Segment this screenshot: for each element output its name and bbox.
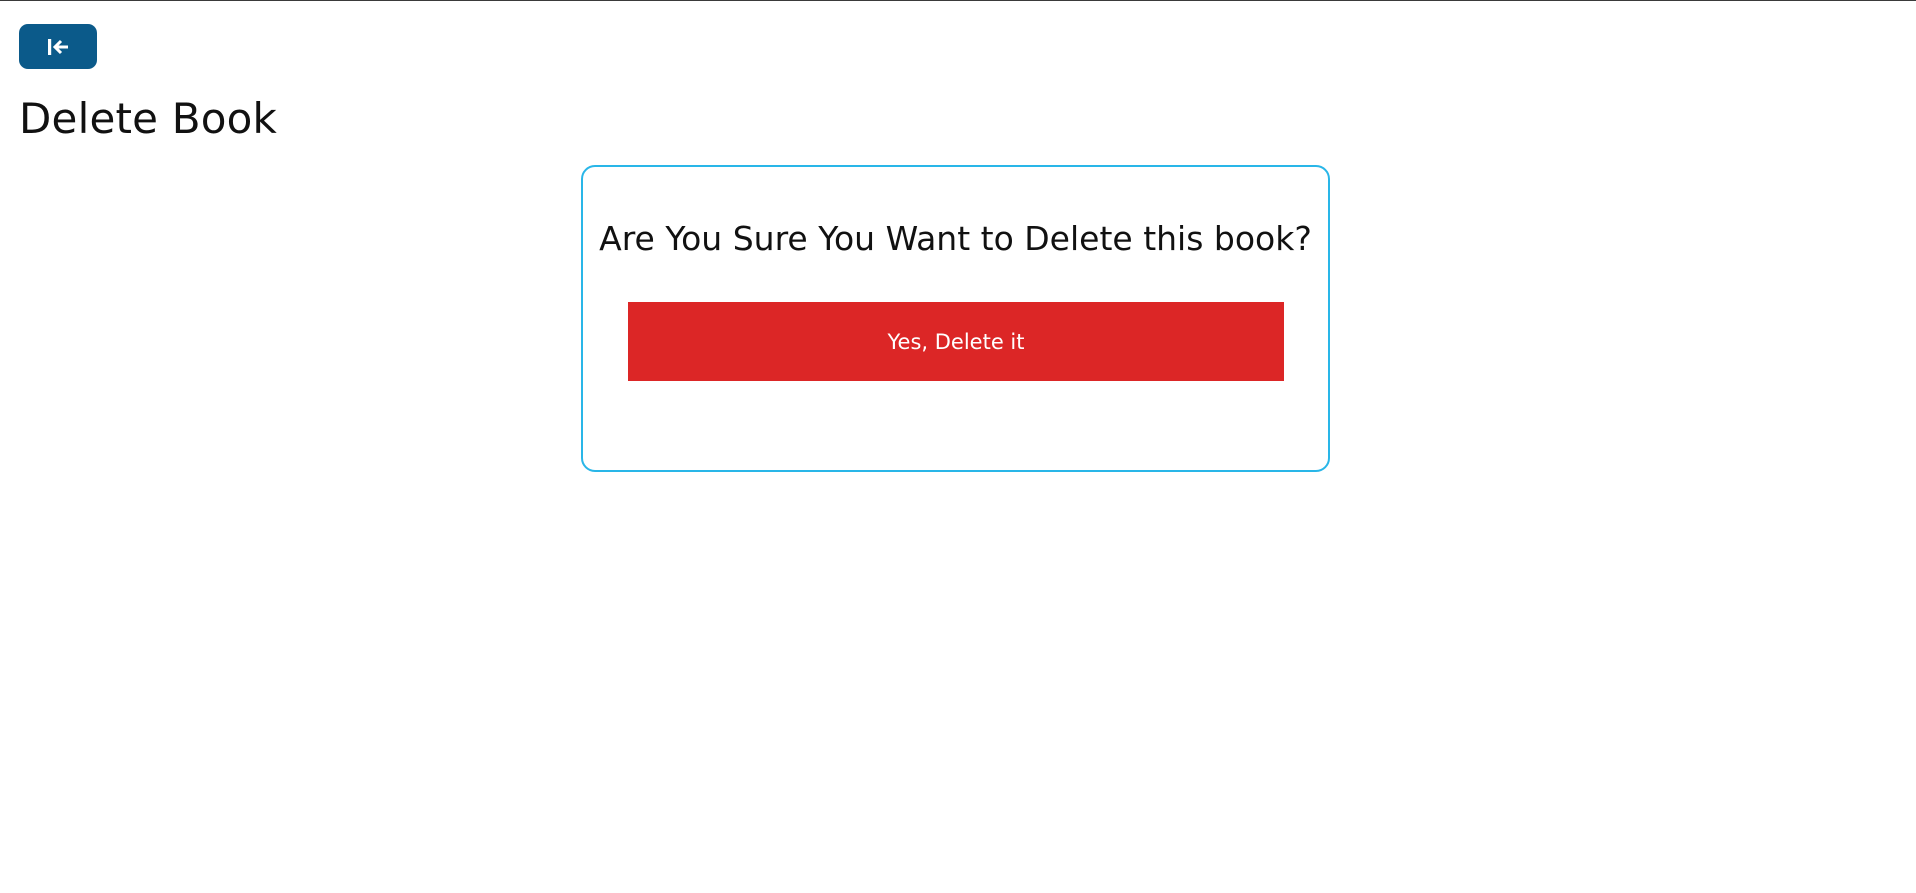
delete-book-page: Delete Book Are You Sure You Want to Del… xyxy=(0,0,1916,893)
confirmation-question: Are You Sure You Want to Delete this boo… xyxy=(599,219,1312,258)
confirm-delete-button[interactable]: Yes, Delete it xyxy=(628,302,1284,381)
back-button[interactable] xyxy=(19,24,97,69)
delete-confirmation-card: Are You Sure You Want to Delete this boo… xyxy=(581,165,1330,472)
page-title: Delete Book xyxy=(19,94,278,143)
arrow-left-to-line-icon xyxy=(45,36,71,58)
